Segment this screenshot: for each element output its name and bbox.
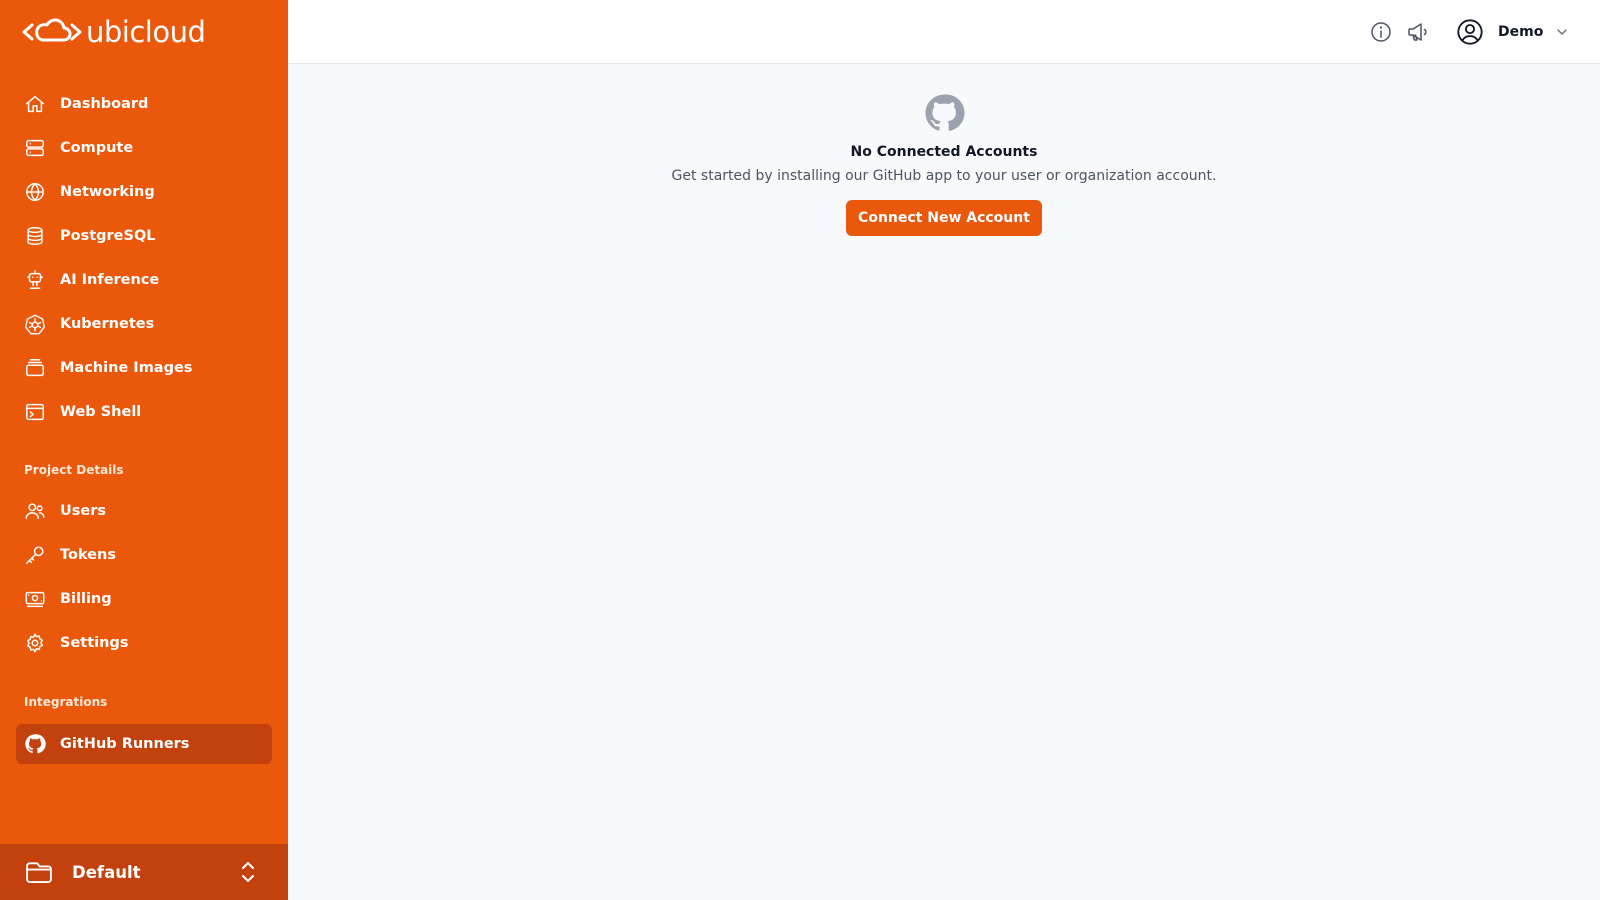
ubicloud-logo[interactable]: ubicloud: [22, 14, 206, 50]
sidebar-item-billing[interactable]: Billing: [16, 579, 272, 619]
sidebar-item-settings[interactable]: Settings: [16, 623, 272, 663]
folder-icon: [26, 862, 52, 883]
megaphone-icon[interactable]: [1406, 20, 1430, 44]
empty-state: No Connected Accounts Get started by ins…: [288, 92, 1600, 236]
sidebar-item-label: Users: [60, 503, 107, 519]
integrations-heading: Integrations: [24, 695, 108, 709]
sidebar-item-label: PostgreSQL: [60, 228, 156, 244]
sidebar-item-machine-images[interactable]: Machine Images: [16, 348, 272, 388]
empty-state-description: Get started by installing our GitHub app…: [671, 168, 1217, 184]
topbar: Demo: [288, 0, 1600, 64]
terminal-icon: [24, 401, 46, 423]
sidebar-item-users[interactable]: Users: [16, 491, 272, 531]
robot-icon: [24, 269, 46, 291]
main-content: No Connected Accounts Get started by ins…: [288, 64, 1600, 900]
sidebar-item-label: Networking: [60, 184, 155, 200]
sidebar-item-networking[interactable]: Networking: [16, 172, 272, 212]
sidebar-item-label: Machine Images: [60, 360, 193, 376]
sidebar-item-ai-inference[interactable]: AI Inference: [16, 260, 272, 300]
github-icon: [925, 94, 965, 131]
sidebar-item-label: Kubernetes: [60, 316, 155, 332]
project-name: Default: [72, 862, 141, 882]
project-switcher[interactable]: Default: [0, 844, 288, 900]
project-nav: Users Tokens Billing Settings: [16, 491, 272, 667]
kubernetes-icon: [24, 313, 46, 335]
sidebar-item-label: Web Shell: [60, 404, 142, 420]
sidebar-item-label: Billing: [60, 591, 112, 607]
user-name: Demo: [1498, 24, 1544, 40]
cloud-logo-icon: [22, 18, 82, 42]
sidebar-item-postgresql[interactable]: PostgreSQL: [16, 216, 272, 256]
brand-name: ubicloud: [86, 15, 206, 49]
info-icon[interactable]: [1369, 20, 1393, 44]
database-icon: [24, 225, 46, 247]
main-nav: Dashboard Compute Networking PostgreSQL …: [16, 84, 272, 436]
github-icon: [24, 733, 46, 755]
sidebar-item-label: Tokens: [60, 547, 116, 563]
globe-icon: [24, 181, 46, 203]
connect-new-account-button[interactable]: Connect New Account: [846, 200, 1042, 236]
server-icon: [24, 137, 46, 159]
sidebar-item-tokens[interactable]: Tokens: [16, 535, 272, 575]
integrations-nav: GitHub Runners: [16, 724, 272, 768]
cog-icon: [24, 632, 46, 654]
home-icon: [24, 93, 46, 115]
sidebar-item-web-shell[interactable]: Web Shell: [16, 392, 272, 432]
sidebar-item-label: Dashboard: [60, 96, 149, 112]
stack-icon: [24, 357, 46, 379]
sidebar-item-compute[interactable]: Compute: [16, 128, 272, 168]
users-icon: [24, 500, 46, 522]
sidebar-item-kubernetes[interactable]: Kubernetes: [16, 304, 272, 344]
user-menu[interactable]: Demo: [1456, 16, 1569, 48]
sidebar-item-label: Compute: [60, 140, 134, 156]
user-circle-icon: [1457, 19, 1483, 45]
empty-state-title: No Connected Accounts: [850, 144, 1038, 160]
sidebar-item-label: GitHub Runners: [60, 736, 190, 752]
sidebar: ubicloud Dashboard Compute Networking Po…: [0, 0, 288, 900]
banknotes-icon: [24, 588, 46, 610]
sidebar-item-label: Settings: [60, 635, 129, 651]
sidebar-item-label: AI Inference: [60, 272, 160, 288]
chevron-up-down-icon: [242, 862, 254, 882]
chevron-down-icon: [1557, 29, 1568, 35]
key-icon: [24, 544, 46, 566]
sidebar-item-dashboard[interactable]: Dashboard: [16, 84, 272, 124]
sidebar-item-github-runners[interactable]: GitHub Runners: [16, 724, 272, 764]
project-details-heading: Project Details: [24, 463, 124, 477]
